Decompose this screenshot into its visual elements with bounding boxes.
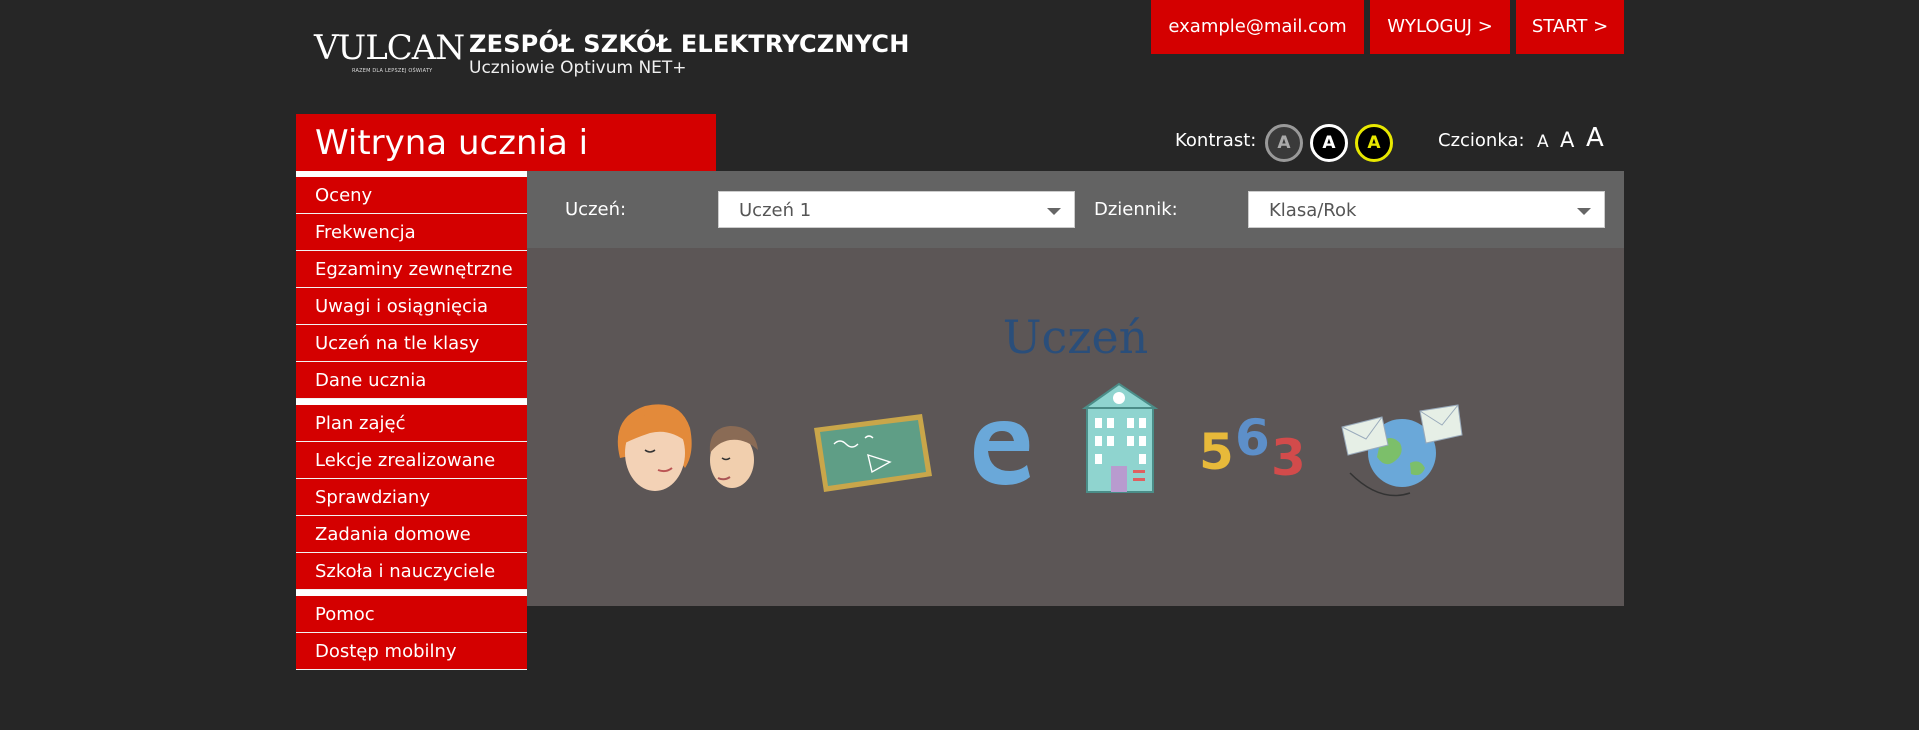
sidebar-item-uwagi[interactable]: Uwagi i osiągnięcia	[296, 288, 527, 325]
chevron-down-icon	[1577, 208, 1591, 215]
school-header: ZESPÓŁ SZKÓŁ ELEKTRYCZNYCH Uczniowie Opt…	[469, 30, 909, 78]
contrast-label: Kontrast:	[1175, 130, 1257, 151]
journal-select[interactable]: Klasa/Rok	[1248, 191, 1605, 228]
contrast-white-button[interactable]: A	[1310, 124, 1348, 162]
student-select-value: Uczeń 1	[739, 200, 812, 221]
illustration-strip: 5 6 3	[527, 378, 1624, 498]
sidebar-item-egzaminy[interactable]: Egzaminy zewnętrzne	[296, 251, 527, 288]
sidebar-nav: Oceny Frekwencja Egzaminy zewnętrzne Uwa…	[296, 171, 527, 670]
logo-wordmark: VULCAN	[314, 28, 465, 68]
journal-label: Dziennik:	[1094, 199, 1178, 220]
page-title: Witryna ucznia i rodzica	[296, 114, 716, 222]
journal-select-value: Klasa/Rok	[1269, 200, 1357, 221]
sidebar-item-lekcje[interactable]: Lekcje zrealizowane	[296, 442, 527, 479]
account-email-button[interactable]: example@mail.com	[1151, 0, 1364, 54]
school-subtitle: Uczniowie Optivum NET+	[469, 58, 687, 78]
font-large-button[interactable]: A	[1586, 123, 1604, 153]
font-small-button[interactable]: A	[1537, 132, 1549, 152]
start-button[interactable]: START >	[1516, 0, 1624, 54]
sidebar-item-sprawdziany[interactable]: Sprawdziany	[296, 479, 527, 516]
student-label: Uczeń:	[565, 199, 627, 220]
sidebar-item-dane-ucznia[interactable]: Dane ucznia	[296, 362, 527, 399]
logo-tagline: RAZEM DLA LEPSZEJ OŚWIATY	[352, 68, 433, 74]
main-content: Uczeń 5 6 3	[527, 248, 1624, 606]
sidebar-item-oceny[interactable]: Oceny	[296, 177, 527, 214]
vulcan-logo[interactable]: VULCAN RAZEM DLA LEPSZEJ OŚWIATY	[314, 28, 465, 74]
font-medium-button[interactable]: A	[1560, 128, 1574, 152]
globe-mail-icon	[1341, 404, 1463, 497]
sidebar-item-pomoc[interactable]: Pomoc	[296, 596, 527, 633]
hero-title: Uczeń	[1002, 310, 1149, 364]
sidebar-item-frekwencja[interactable]: Frekwencja	[296, 214, 527, 251]
numbers-icon: 5 6 3	[1199, 409, 1306, 487]
sidebar-item-plan-zajec[interactable]: Plan zajęć	[296, 405, 527, 442]
e-letter-icon	[974, 421, 1030, 485]
font-size-label: Czcionka:	[1438, 130, 1525, 151]
students-icon	[617, 404, 758, 491]
sidebar-item-dostep-mobilny[interactable]: Dostęp mobilny	[296, 633, 527, 670]
filter-bar: Uczeń: Uczeń 1 Dziennik: Klasa/Rok	[527, 171, 1624, 248]
student-select[interactable]: Uczeń 1	[718, 191, 1075, 228]
school-name: ZESPÓŁ SZKÓŁ ELEKTRYCZNYCH	[469, 30, 910, 58]
contrast-yellow-button[interactable]: A	[1355, 124, 1393, 162]
chalkboard-icon	[814, 414, 932, 492]
chevron-down-icon	[1047, 208, 1061, 215]
logout-button[interactable]: WYLOGUJ >	[1370, 0, 1510, 54]
sidebar-item-szkola[interactable]: Szkoła i nauczyciele	[296, 553, 527, 590]
contrast-default-button[interactable]: A	[1265, 124, 1303, 162]
sidebar-item-uczen-na-tle-klasy[interactable]: Uczeń na tle klasy	[296, 325, 527, 362]
sidebar-item-zadania-domowe[interactable]: Zadania domowe	[296, 516, 527, 553]
school-building-icon	[1081, 382, 1159, 493]
